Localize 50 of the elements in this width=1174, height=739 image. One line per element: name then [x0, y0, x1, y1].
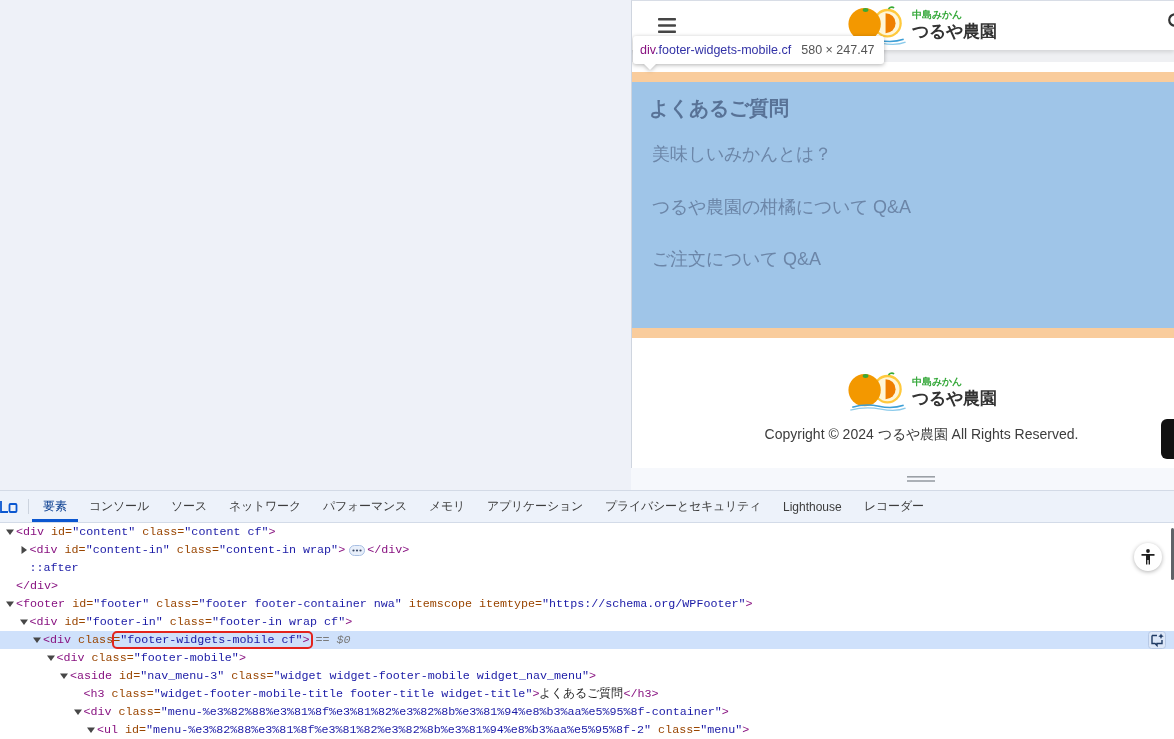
devtools-tab[interactable]: プライバシーとセキュリティ — [594, 491, 772, 522]
dom-tree-row[interactable]: <div class="footer-widgets-mobile cf"> == $0 — [0, 631, 1174, 649]
floating-tab[interactable] — [1161, 419, 1174, 459]
dom-tree-row[interactable]: <ul id="menu-%e3%82%88%e3%81%8f%e3%81%82%e3%82%8b%e3%81%94%e8%b3%aa%e5%95%8f-2" class="menu"> — [0, 721, 1174, 739]
element-size: 580 × 247.47 — [801, 43, 875, 57]
dom-tree-row[interactable]: <div class="menu-%e3%82%88%e3%81%8f%e3%81%82%e3%82%8b%e3%81%94%e8%b3%aa%e5%95%8f-container"> — [0, 703, 1174, 721]
devtools-tab[interactable]: ネットワーク — [218, 491, 312, 522]
dom-tree-row[interactable]: <div id="content-in" class="content-in wrap"> </div> — [0, 541, 1174, 559]
ellipsis-icon[interactable] — [349, 544, 366, 556]
logo-name[interactable]: つるや農園 — [912, 22, 997, 42]
widget-title: よくあるご質問 — [649, 96, 790, 121]
menu-icon[interactable] — [658, 18, 676, 33]
caret-down-icon[interactable] — [6, 600, 14, 608]
scrollbar-thumb[interactable] — [1171, 528, 1174, 580]
dom-tree-row[interactable]: <aside id="nav_menu-3" class="widget widget-footer-mobile widget_nav_menu"> — [0, 667, 1174, 685]
dom-tree-row[interactable]: <h3 class="widget-footer-mobile-title footer-title widget-title">よくあるご質問</h3> — [0, 685, 1174, 703]
accessibility-button[interactable] — [1134, 543, 1162, 571]
devtools-tab[interactable]: 要素 — [32, 491, 78, 522]
devtools-tab[interactable]: ソース — [160, 491, 218, 522]
search-icon[interactable] — [1166, 12, 1174, 29]
devtools-tab[interactable]: レコーダー — [852, 491, 935, 522]
dom-tree-row[interactable]: <div class="footer-mobile"> — [0, 649, 1174, 667]
logo-name[interactable]: つるや農園 — [912, 388, 997, 409]
caret-down-icon[interactable] — [60, 672, 68, 680]
caret-down-icon[interactable] — [19, 618, 28, 626]
logo-tagline: 中島みかん — [912, 9, 963, 21]
accessibility-icon — [1141, 549, 1155, 565]
dom-tree-row[interactable]: <div id="footer-in" class="footer-in wrap cf"> — [0, 613, 1174, 631]
logo-tagline: 中島みかん — [912, 375, 963, 388]
caret-down-icon[interactable] — [87, 726, 95, 734]
devtools-tab[interactable]: メモリ — [418, 491, 476, 522]
devtools-tab[interactable]: パフォーマンス — [312, 491, 418, 522]
caret-down-icon[interactable] — [33, 636, 41, 644]
chat-sparkle-icon[interactable] — [1148, 631, 1166, 649]
caret-right-icon[interactable] — [19, 546, 28, 554]
devices-icon[interactable] — [0, 499, 18, 514]
devtools-tab[interactable]: アプリケーション — [476, 491, 594, 522]
devtools-tab[interactable]: Lighthouse — [772, 491, 853, 522]
caret-down-icon[interactable] — [6, 528, 14, 536]
drag-handle-icon[interactable] — [907, 476, 935, 482]
fruit-logo-icon[interactable] — [846, 372, 908, 412]
caret-down-icon[interactable] — [73, 708, 82, 716]
dom-tree-row[interactable]: <footer id="footer" class="footer footer-container nwa" itemscope itemtype="https://schema.org/WPFooter"> — [0, 595, 1174, 613]
devtools-tab[interactable]: コンソール — [78, 491, 160, 522]
copyright-text: Copyright © 2024 つるや農園 All Rights Reserved. — [764, 425, 1079, 444]
element-selector: div.footer-widgets-mobile.cf — [640, 43, 792, 57]
caret-down-icon[interactable] — [46, 654, 55, 662]
dom-tree-row[interactable]: </div> — [0, 577, 1174, 595]
dom-tree-row[interactable]: ::after — [0, 559, 1174, 577]
dom-tree-row[interactable]: <div id="content" class="content cf"> — [0, 523, 1174, 541]
